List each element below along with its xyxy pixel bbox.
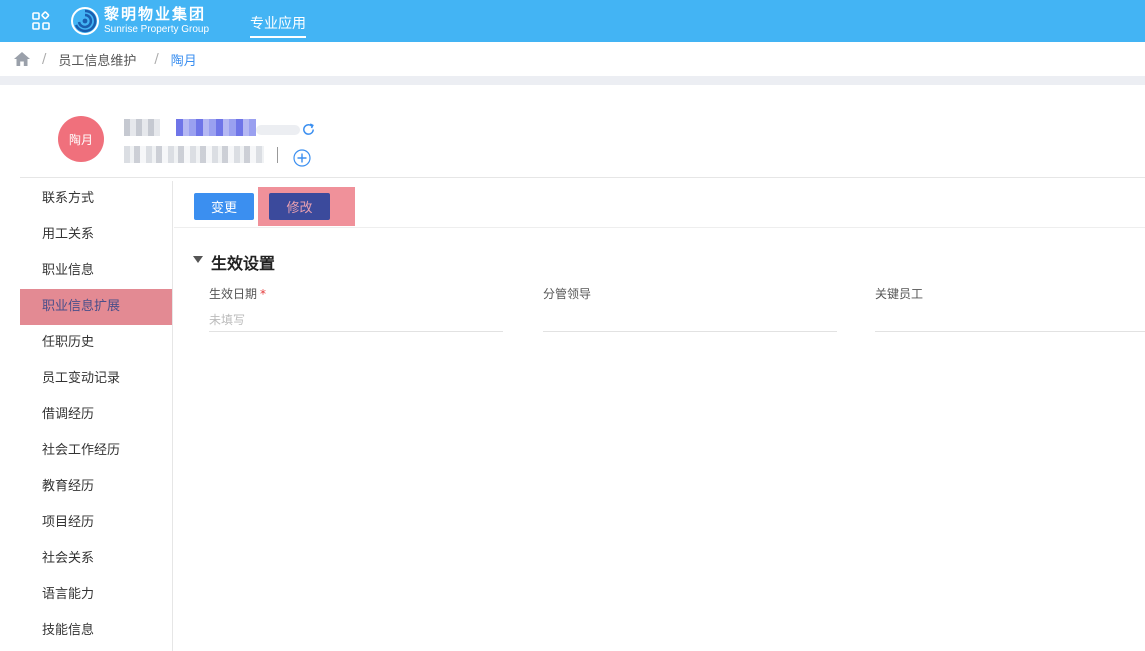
breadcrumb-separator: / <box>154 51 159 67</box>
profile-divider <box>20 177 1145 178</box>
sidebar-item-career-info[interactable]: 职业信息 <box>20 253 172 289</box>
effective-date-input[interactable]: 未填写 <box>209 311 503 332</box>
breadcrumb-separator: / <box>42 51 47 67</box>
supervising-leader-input[interactable] <box>543 311 837 332</box>
sidebar-item-work-experience[interactable]: 社会工作经历 <box>20 433 172 469</box>
field-label: 生效日期 * <box>209 285 503 301</box>
sidebar-item-change-records[interactable]: 员工变动记录 <box>20 361 172 397</box>
field-key-employee: 关键员工 <box>875 285 1145 332</box>
key-employee-label: 关键员工 <box>875 287 924 301</box>
sidebar-item-career-info-extension[interactable]: 职业信息扩展 <box>20 289 172 325</box>
sidebar-item-position-history[interactable]: 任职历史 <box>20 325 172 361</box>
redacted-tag <box>256 125 300 135</box>
sidebar-item-project-experience[interactable]: 项目经历 <box>20 505 172 541</box>
toolbar-divider <box>174 227 1145 228</box>
refresh-icon[interactable] <box>301 122 316 137</box>
breadcrumb-current-employee: 陶月 <box>170 53 197 69</box>
vertical-divider <box>277 147 278 163</box>
nav-professional-apps[interactable]: 专业应用 <box>250 13 306 38</box>
home-icon[interactable] <box>14 52 30 66</box>
swirl-logo-icon <box>71 7 99 35</box>
supervising-leader-label: 分管领导 <box>543 287 592 301</box>
add-circle-icon[interactable] <box>293 149 311 167</box>
apps-grid-icon[interactable] <box>31 11 51 31</box>
sidebar-item-education[interactable]: 教育经历 <box>20 469 172 505</box>
effective-date-label: 生效日期 <box>209 287 258 301</box>
top-navigation-bar: 黎明物业集团 Sunrise Property Group 专业应用 <box>0 0 1145 42</box>
breadcrumb-employee-maintenance[interactable]: 员工信息维护 <box>58 50 136 69</box>
breadcrumb: / 员工信息维护 / 陶月 <box>0 42 1145 76</box>
sidebar-item-social-relations[interactable]: 社会关系 <box>20 541 172 577</box>
key-employee-input[interactable] <box>875 311 1145 332</box>
company-logo[interactable]: 黎明物业集团 Sunrise Property Group <box>70 6 209 36</box>
logo-english-name: Sunrise Property Group <box>104 24 210 35</box>
header-divider <box>0 76 1145 85</box>
field-supervising-leader: 分管领导 <box>543 285 837 332</box>
sidebar-item-skills[interactable]: 技能信息 <box>20 613 172 649</box>
logo-chinese-name: 黎明物业集团 <box>104 5 207 23</box>
sidebar-item-employment-relation[interactable]: 用工关系 <box>20 217 172 253</box>
redacted-employee-details <box>124 146 264 163</box>
redacted-employee-id <box>124 119 160 136</box>
edit-button[interactable]: 修改 <box>269 193 330 220</box>
sidebar-item-secondment[interactable]: 借调经历 <box>20 397 172 433</box>
caret-down-icon[interactable] <box>193 256 203 264</box>
field-effective-date: 生效日期 * 未填写 <box>209 285 503 332</box>
edit-button-highlight: 修改 <box>258 187 355 226</box>
sidebar-item-language-skills[interactable]: 语言能力 <box>20 577 172 613</box>
sidebar-item-contact[interactable]: 联系方式 <box>20 181 172 217</box>
redacted-employee-name <box>176 119 256 136</box>
avatar: 陶月 <box>58 116 104 162</box>
required-marker: * <box>260 287 267 301</box>
section-title[interactable]: 生效设置 <box>211 250 275 274</box>
change-button[interactable]: 变更 <box>194 193 254 220</box>
sidebar: 联系方式 用工关系 职业信息 职业信息扩展 任职历史 员工变动记录 借调经历 社… <box>20 181 173 651</box>
